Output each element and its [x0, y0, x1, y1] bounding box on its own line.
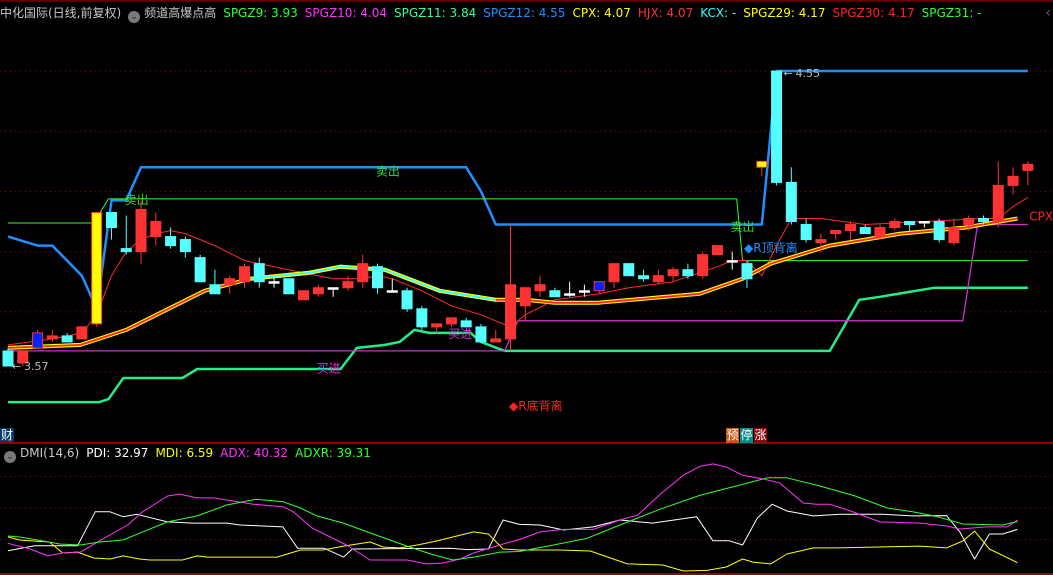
price-mark-arrow-icon: ←: [784, 67, 793, 80]
line-spgz11: [8, 286, 1028, 404]
candle-body: [401, 290, 413, 310]
candle-body: [608, 263, 620, 283]
price-mark-arrow-icon: ←: [12, 360, 21, 373]
candle-body: [682, 269, 694, 277]
candle-body: [578, 290, 590, 293]
candle-body: [209, 284, 221, 295]
candle-body: [741, 263, 753, 280]
candle-body: [194, 257, 206, 283]
candle-body: [312, 287, 324, 295]
candle-body: [697, 254, 709, 277]
candle-body: [283, 278, 295, 295]
candle-body: [977, 218, 989, 223]
dmi-line-pdi: [7, 503, 1018, 560]
candle-body: [889, 221, 901, 229]
candle-body: [32, 332, 44, 349]
candle-body: [416, 308, 428, 328]
candle-body: [830, 230, 842, 235]
annotation-label: 买进: [448, 327, 472, 341]
candle-body: [771, 70, 783, 183]
candle-body: [549, 290, 561, 298]
candle-body: [475, 326, 487, 343]
status-badge[interactable]: 预: [726, 428, 739, 443]
dmi-value-3: ADXR: 39.31: [295, 446, 371, 460]
candle-body: [505, 284, 517, 340]
candle-body: [874, 227, 886, 238]
dmi-dropdown-icon[interactable]: ⌄: [4, 451, 16, 463]
candle-body: [298, 290, 310, 301]
candle-body: [800, 224, 812, 241]
annotation-label: 卖出: [376, 164, 400, 178]
candle-body: [342, 281, 354, 289]
annotation-label: 卖出: [731, 220, 755, 234]
candle-body: [238, 266, 250, 283]
candle-body: [327, 287, 339, 290]
candle-body: [445, 317, 457, 325]
dmi-value-0: PDI: 32.97: [86, 446, 149, 460]
annotation-label: ◆R顶背离: [744, 240, 798, 255]
price-chart[interactable]: 卖出卖出卖出买进买进◆R顶背离◆R底背离CPX← 4.55← 3.57: [0, 0, 1053, 575]
candle-body: [386, 290, 398, 293]
candle-body: [91, 211, 103, 325]
candle-body: [844, 224, 856, 232]
candle-body: [726, 260, 738, 263]
price-mark-label: 4.55: [796, 67, 821, 80]
candle-body: [859, 227, 871, 235]
candle-body: [253, 263, 265, 283]
annotation-label: ◆R底背离: [509, 398, 563, 413]
candle-body: [431, 323, 443, 328]
candle-body: [963, 218, 975, 226]
candle-body: [268, 281, 280, 284]
candle-body: [490, 338, 502, 343]
candle-body: [992, 184, 1004, 223]
annotation-label: 买进: [317, 362, 341, 376]
candle-body: [623, 263, 635, 277]
candle-body: [1022, 163, 1034, 171]
candle-body: [652, 275, 664, 283]
candle-body: [372, 266, 383, 289]
candle-body: [667, 269, 679, 277]
candle-body: [224, 278, 236, 286]
candle-body: [918, 221, 930, 224]
candle-body: [564, 293, 576, 296]
dmi-name[interactable]: DMI(14,6): [20, 446, 79, 460]
finance-tag[interactable]: 财: [0, 428, 15, 442]
candle-body: [179, 239, 191, 253]
candle-body: [756, 160, 768, 168]
price-mark-label: 3.57: [24, 360, 49, 373]
candle-body: [135, 208, 147, 253]
line-spgz10: [8, 223, 1028, 352]
candle-body: [76, 326, 88, 340]
candle-body: [593, 281, 605, 292]
candle-body: [120, 248, 132, 253]
candle-body: [638, 275, 650, 280]
dmi-value-2: ADX: 40.32: [220, 446, 289, 460]
candle-body: [711, 245, 723, 256]
candle-body: [105, 211, 117, 229]
candle-body: [150, 221, 162, 238]
candle-body: [357, 263, 369, 283]
candle-body: [46, 335, 58, 340]
candle-body: [519, 287, 531, 307]
line-spgz12: [7, 69, 1028, 311]
annotation-label: 卖出: [125, 193, 149, 207]
candle-body: [165, 236, 177, 247]
candle-body: [815, 239, 827, 244]
annotation-label: CPX: [1029, 210, 1053, 224]
candle-body: [1007, 175, 1019, 186]
dmi-value-1: MDI: 6.59: [155, 446, 214, 460]
candle-body: [534, 284, 546, 292]
dmi-line-mdi: [7, 530, 1018, 572]
dmi-header: ⌄ DMI(14,6) PDI: 32.97 MDI: 6.59 ADX: 40.32 A…: [4, 445, 385, 463]
candle-body: [933, 221, 945, 241]
status-badge[interactable]: 涨: [754, 428, 767, 443]
candle-body: [61, 335, 73, 343]
candle-body: [904, 221, 916, 226]
status-badge[interactable]: 停: [740, 428, 753, 443]
candle-body: [948, 227, 960, 244]
candle-body: [785, 181, 797, 223]
line-hjx: [7, 196, 1029, 346]
